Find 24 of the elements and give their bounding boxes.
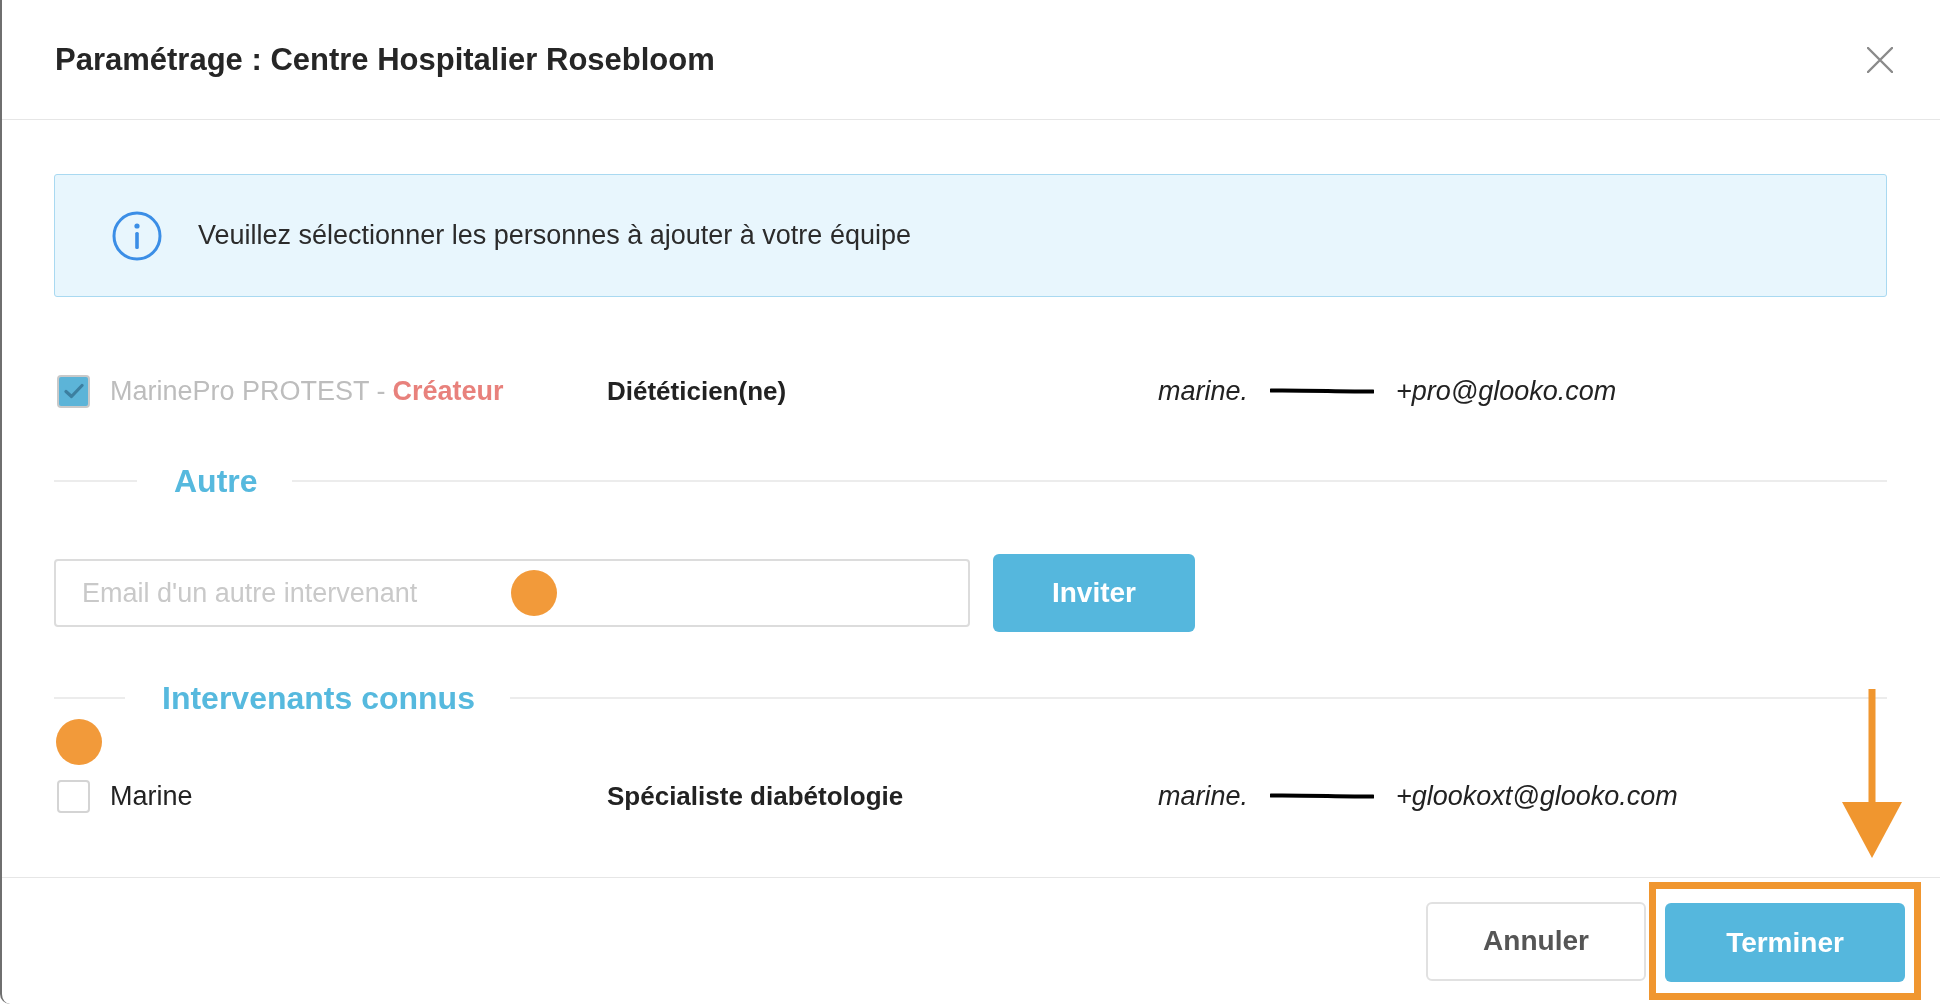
- cancel-button[interactable]: Annuler: [1426, 901, 1646, 981]
- checkbox[interactable]: [57, 779, 90, 813]
- marker-dot-icon: [56, 719, 102, 765]
- dialog-title: Paramétrage : Centre Hospitalier Rosebloom: [55, 41, 715, 78]
- member-name: Marine: [110, 780, 193, 812]
- section-heading: Intervenants connus: [162, 679, 475, 717]
- email-text: marine.: [1158, 375, 1249, 407]
- email-text: +glookoxt@glooko.com: [1396, 780, 1678, 812]
- confirm-button[interactable]: Terminer: [1665, 903, 1905, 982]
- invite-button[interactable]: Inviter: [993, 554, 1195, 632]
- creator-tag: Créateur: [392, 375, 504, 407]
- email-text: marine.: [1158, 780, 1249, 812]
- info-text: Veuillez sélectionner les personnes à ajouter à votre équipe: [198, 220, 911, 251]
- section-heading: Autre: [174, 462, 258, 500]
- member-role: Spécialiste diabétologie: [607, 780, 905, 812]
- member-name: MarinePro PROTEST -: [110, 375, 386, 407]
- redaction-line-icon: [1270, 386, 1375, 396]
- checkmark-icon: [63, 383, 84, 399]
- redaction-line-icon: [1270, 791, 1375, 801]
- email-text: +pro@glooko.com: [1396, 375, 1617, 407]
- close-icon: [1867, 46, 1893, 73]
- member-role: Diététicien(ne): [607, 375, 788, 407]
- down-arrow-icon: [1842, 689, 1902, 858]
- info-icon: [112, 210, 162, 261]
